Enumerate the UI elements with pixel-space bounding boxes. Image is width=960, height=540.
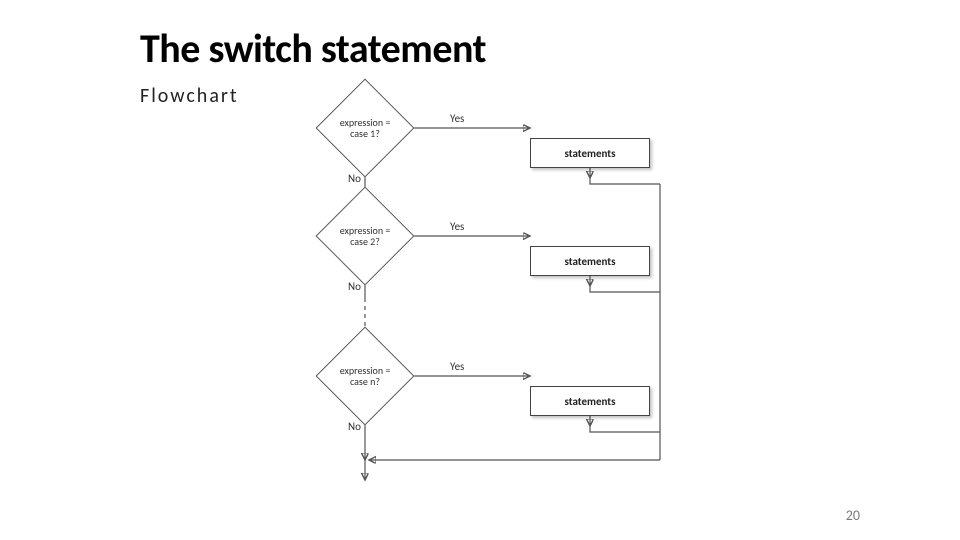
process-statements-2: statements — [530, 246, 650, 276]
decision-case-2: expression = case 2? — [330, 201, 400, 271]
slide-title: The switch statement — [140, 24, 486, 73]
yes-label-1: Yes — [450, 112, 464, 125]
process-statements-1: statements — [530, 138, 650, 168]
decision-text: case 2? — [350, 235, 380, 248]
decision-case-n: expression = case n? — [330, 341, 400, 411]
no-label-3: No — [348, 420, 361, 433]
flowchart: expression = case 1? expression = case 2… — [270, 88, 750, 488]
yes-label-2: Yes — [450, 220, 464, 233]
no-label-2: No — [348, 280, 361, 293]
process-statements-3: statements — [530, 386, 650, 416]
decision-text: case 1? — [350, 127, 380, 140]
page-number: 20 — [846, 507, 860, 524]
decision-case-1: expression = case 1? — [330, 93, 400, 163]
slide-subtitle: Flowchart — [140, 84, 239, 108]
decision-text: case n? — [350, 375, 380, 388]
yes-label-3: Yes — [450, 360, 464, 373]
no-label-1: No — [348, 172, 361, 185]
